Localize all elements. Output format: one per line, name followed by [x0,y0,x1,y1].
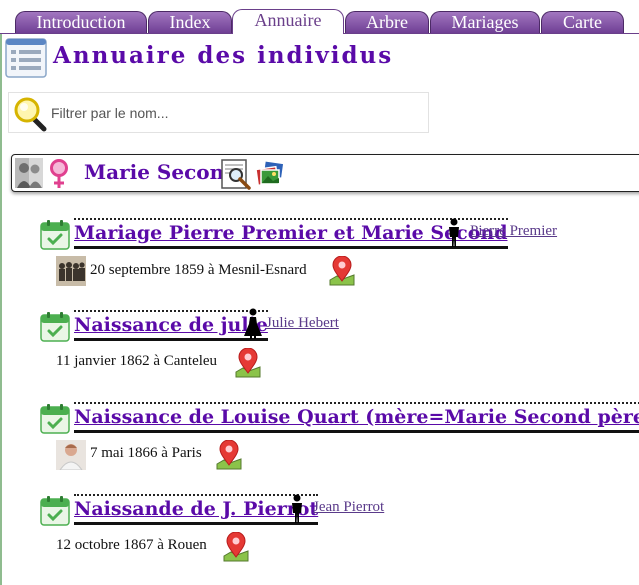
calendar-check-icon [40,312,70,342]
event-thumbnail[interactable] [56,256,86,286]
magnifier-icon [14,97,47,132]
tab-introduction[interactable]: Introduction [15,11,147,33]
tab-mariages[interactable]: Mariages [430,11,540,33]
event-title-link[interactable]: Naissande de J. Pierrot [74,494,319,525]
filter-input[interactable] [49,101,423,125]
event-title-link[interactable]: Naissance de Louise Quart (mère=Marie Se… [74,402,639,433]
filter-box [8,92,429,133]
event-thumbnail[interactable] [56,440,86,470]
tab-carte[interactable]: Carte [541,11,624,33]
directory-list-icon [5,38,47,78]
related-person-link[interactable]: Pierre Premier [470,223,557,240]
photo-gallery-icon[interactable] [255,160,285,188]
tab-index[interactable]: Index [148,11,232,33]
page-title: Annuaire des individus [53,42,394,69]
event-detail: 11 janvier 1862 à Canteleu [56,353,218,369]
person-header: Marie Second [11,154,639,192]
event-detail: 7 mai 1866 à Paris [90,445,202,461]
event-title-clip: Naissance de Louise Quart (mère=Marie Se… [0,400,639,434]
calendar-check-icon [40,220,70,250]
left-border [0,34,2,585]
event-title-link[interactable]: Naissance de julie [74,310,268,341]
tab-bar: Introduction Index Annuaire Arbre Mariag… [0,0,639,34]
tab-arbre[interactable]: Arbre [345,11,429,33]
event-detail: 12 octobre 1867 à Rouen [56,537,207,553]
map-pin-icon[interactable] [329,256,355,286]
male-silhouette-icon [449,218,459,247]
related-person-link[interactable]: Julie Hebert [266,315,339,332]
related-person-link[interactable]: Jean Pierrot [313,499,384,516]
tab-annuaire[interactable]: Annuaire [232,9,344,34]
person-photo[interactable] [15,158,43,188]
calendar-check-icon [40,496,70,526]
map-pin-icon[interactable] [235,348,261,378]
person-name: Marie Second [84,160,239,184]
event-detail: 20 septembre 1859 à Mesnil-Esnard [90,262,307,278]
map-pin-icon[interactable] [223,532,249,562]
search-document-icon[interactable] [220,158,252,190]
female-silhouette-icon [244,308,262,339]
event-title-link[interactable]: Mariage Pierre Premier et Marie Second [74,218,508,249]
female-symbol-icon [50,159,68,188]
map-pin-icon[interactable] [216,440,242,470]
male-silhouette-icon [292,494,302,523]
